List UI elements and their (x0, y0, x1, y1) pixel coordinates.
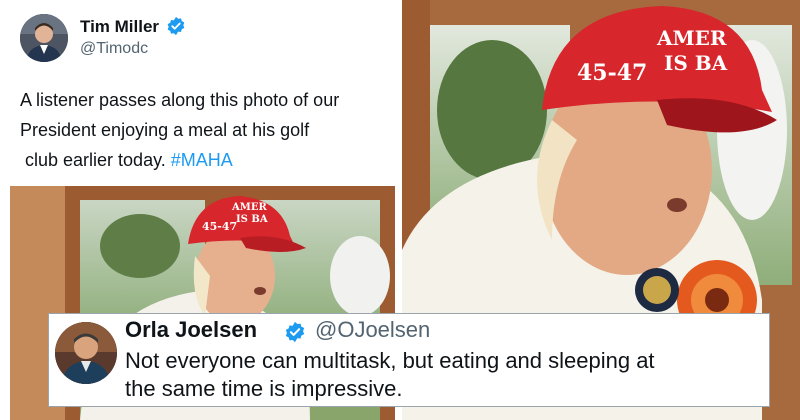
tweet-text-line: President enjoying a meal at his golf (20, 120, 310, 140)
original-tweet: Tim Miller @Timodc A listener passes alo… (0, 0, 400, 186)
hat-text-line1: AMER (231, 202, 267, 213)
author-handle[interactable]: @Timodc (80, 40, 148, 58)
hat-text-line2: IS BA (236, 214, 268, 225)
hat-number-text: 45-47 (577, 60, 647, 86)
hat-number-text: 45-47 (202, 220, 237, 233)
verified-badge-icon (167, 16, 185, 36)
tweet-text-line: club earlier today. #MAHA (20, 145, 390, 175)
hat-text-line2: IS BA (664, 51, 728, 75)
reply-tweet: Orla Joelsen @OJoelsen Not everyone can … (48, 313, 770, 407)
reply-text-line: Not everyone can multitask, but eating a… (125, 348, 655, 373)
tweet-text: A listener passes along this photo of ou… (20, 85, 390, 175)
reply-avatar[interactable] (55, 322, 117, 384)
avatar[interactable] (20, 14, 68, 62)
reply-author-handle[interactable]: @OJoelsen (315, 317, 430, 343)
verified-badge-icon (285, 321, 305, 343)
hat-text-line1: AMER (656, 26, 727, 50)
hashtag-link[interactable]: #MAHA (171, 150, 233, 170)
reply-author-name[interactable]: Orla Joelsen (125, 317, 257, 343)
tweet-text-fragment: club earlier today. (25, 150, 171, 170)
reply-text: Not everyone can multitask, but eating a… (125, 347, 765, 403)
tweet-text-line: A listener passes along this photo of ou… (20, 90, 340, 110)
reply-text-line: the same time is impressive. (125, 376, 403, 401)
author-name[interactable]: Tim Miller (80, 17, 159, 37)
